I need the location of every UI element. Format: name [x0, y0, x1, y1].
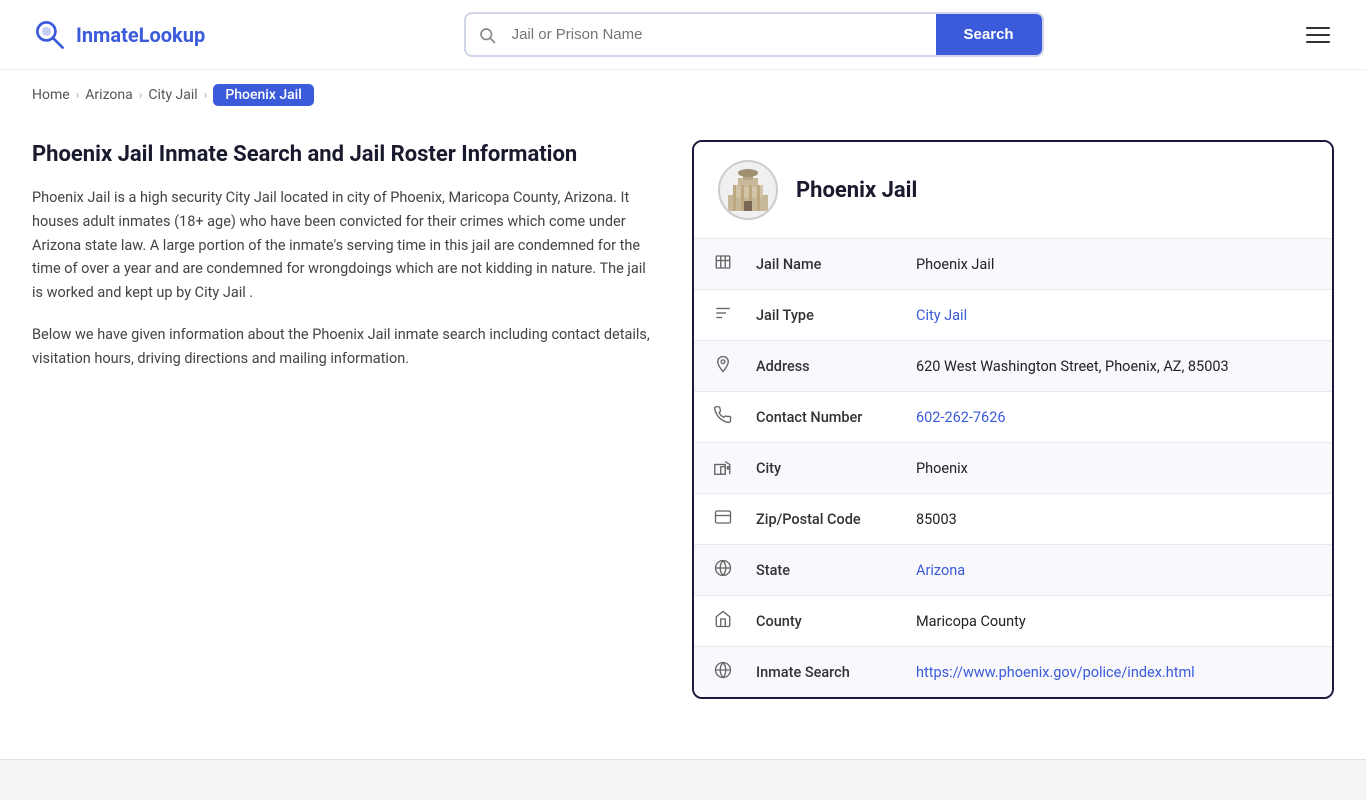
field-label: Jail Name: [736, 239, 896, 290]
county-icon: [694, 596, 736, 647]
search-input[interactable]: [508, 16, 936, 53]
field-label: City: [736, 443, 896, 494]
globe-icon: [694, 647, 736, 698]
card-header: Phoenix Jail: [694, 142, 1332, 239]
field-label: Inmate Search: [736, 647, 896, 698]
field-value: Phoenix: [896, 443, 1332, 494]
state-icon: [694, 545, 736, 596]
table-row: StateArizona: [694, 545, 1332, 596]
main-content: Phoenix Jail Inmate Search and Jail Rost…: [0, 120, 1366, 739]
zip-icon: [694, 494, 736, 545]
field-value[interactable]: Arizona: [896, 545, 1332, 596]
field-label: Contact Number: [736, 392, 896, 443]
table-row: CityPhoenix: [694, 443, 1332, 494]
right-column: Phoenix Jail Jail NamePhoenix JailJail T…: [692, 140, 1334, 699]
field-value: 85003: [896, 494, 1332, 545]
jail-icon: [694, 239, 736, 290]
table-row: Contact Number602-262-7626: [694, 392, 1332, 443]
breadcrumb-home[interactable]: Home: [32, 87, 70, 103]
description-paragraph-1: Phoenix Jail is a high security City Jai…: [32, 186, 652, 306]
search-bar: Search: [464, 12, 1044, 57]
chevron-icon: ›: [76, 88, 80, 102]
footer-bar: [0, 759, 1366, 800]
breadcrumb-type[interactable]: City Jail: [148, 87, 197, 103]
table-row: Jail NamePhoenix Jail: [694, 239, 1332, 290]
logo-text: InmateLookup: [76, 23, 205, 47]
breadcrumb-current: Phoenix Jail: [213, 84, 314, 106]
page-title: Phoenix Jail Inmate Search and Jail Rost…: [32, 140, 652, 170]
description-paragraph-2: Below we have given information about th…: [32, 323, 652, 371]
search-button[interactable]: Search: [936, 14, 1042, 55]
table-row: CountyMaricopa County: [694, 596, 1332, 647]
chevron-icon: ›: [139, 88, 143, 102]
logo-icon: [32, 17, 68, 53]
field-label: Address: [736, 341, 896, 392]
address-icon: [694, 341, 736, 392]
logo[interactable]: InmateLookup: [32, 17, 205, 53]
chevron-icon: ›: [204, 88, 208, 102]
header: InmateLookup Search: [0, 0, 1366, 70]
breadcrumb-state[interactable]: Arizona: [85, 87, 132, 103]
breadcrumb: Home › Arizona › City Jail › Phoenix Jai…: [0, 70, 1366, 120]
building-icon: [723, 165, 773, 215]
field-value[interactable]: 602-262-7626: [896, 392, 1332, 443]
field-value: 620 West Washington Street, Phoenix, AZ,…: [896, 341, 1332, 392]
card-jail-name: Phoenix Jail: [796, 178, 917, 203]
type-icon: [694, 290, 736, 341]
phone-icon: [694, 392, 736, 443]
field-value: Phoenix Jail: [896, 239, 1332, 290]
field-value: Maricopa County: [896, 596, 1332, 647]
field-label: State: [736, 545, 896, 596]
info-card: Phoenix Jail Jail NamePhoenix JailJail T…: [692, 140, 1334, 699]
field-label: Jail Type: [736, 290, 896, 341]
table-row: Jail TypeCity Jail: [694, 290, 1332, 341]
search-icon: [466, 26, 508, 44]
table-row: Address620 West Washington Street, Phoen…: [694, 341, 1332, 392]
field-value[interactable]: City Jail: [896, 290, 1332, 341]
info-table: Jail NamePhoenix JailJail TypeCity JailA…: [694, 239, 1332, 697]
left-column: Phoenix Jail Inmate Search and Jail Rost…: [32, 140, 652, 389]
hamburger-menu[interactable]: [1302, 23, 1334, 47]
table-row: Zip/Postal Code85003: [694, 494, 1332, 545]
field-value[interactable]: https://www.phoenix.gov/police/index.htm…: [896, 647, 1332, 698]
jail-avatar: [718, 160, 778, 220]
table-row: Inmate Searchhttps://www.phoenix.gov/pol…: [694, 647, 1332, 698]
field-label: Zip/Postal Code: [736, 494, 896, 545]
city-icon: [694, 443, 736, 494]
field-label: County: [736, 596, 896, 647]
